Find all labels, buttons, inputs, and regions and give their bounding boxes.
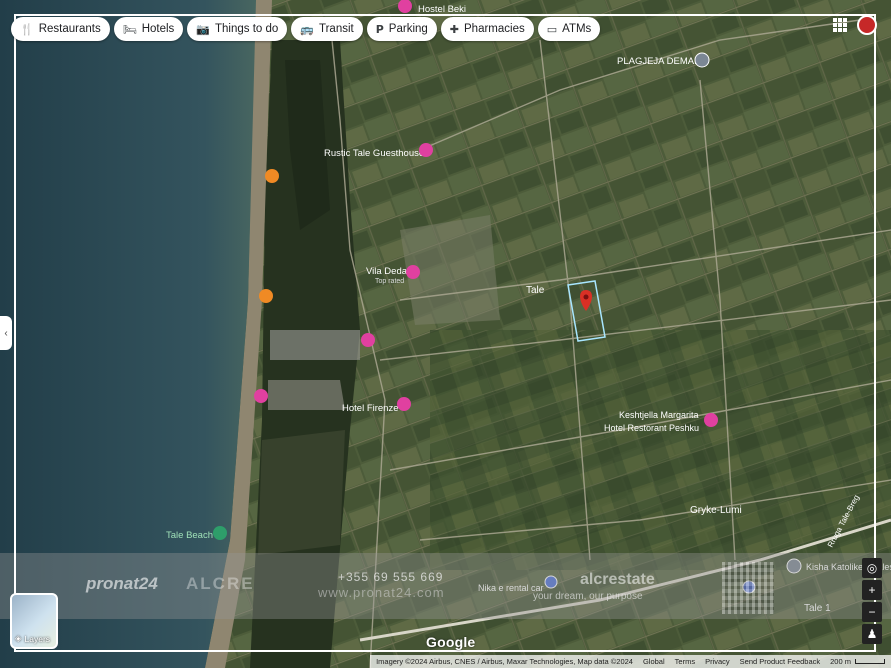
attribution-bar: Imagery ©2024 Airbus, CNES / Airbus, Max… <box>370 655 891 668</box>
hotel-pin-rustic[interactable] <box>419 143 433 157</box>
restaurant-pin-1[interactable] <box>265 169 279 183</box>
pharmacy-icon: ✚ <box>449 22 460 36</box>
place-pin-plazhi[interactable] <box>694 52 710 68</box>
watermark-website: www.pronat24.com <box>318 585 445 600</box>
chip-transit[interactable]: 🚌 Transit <box>291 17 363 41</box>
link-terms[interactable]: Terms <box>675 657 695 666</box>
account-controls <box>833 15 877 35</box>
layers-label-wrap: ◈ Layers <box>15 633 50 644</box>
chip-label: Things to do <box>215 23 279 35</box>
my-location-button[interactable]: ◎ <box>862 558 882 578</box>
label-keshtjella-1: Keshtjella Margarita <box>619 410 699 420</box>
chip-label: Restaurants <box>38 23 101 35</box>
watermark-alcrestate: alcrestate <box>580 571 655 588</box>
watermark-alcre: ALCRE <box>186 574 255 593</box>
fork-knife-icon: 🍴 <box>20 22 34 36</box>
watermark-phone: +355 69 555 669 <box>338 570 444 584</box>
scale-bar[interactable]: 200 m <box>830 657 885 666</box>
hotel-pin-2[interactable] <box>361 333 375 347</box>
layers-icon: ◈ <box>15 633 22 643</box>
qr-code-icon <box>722 562 774 614</box>
restaurant-pin-2[interactable] <box>259 289 273 303</box>
chip-restaurants[interactable]: 🍴 Restaurants <box>11 17 110 41</box>
camera-icon: 📷 <box>196 22 210 36</box>
chevron-left-icon: ‹ <box>4 327 8 339</box>
atm-icon: ▭ <box>546 22 558 36</box>
chip-hotels[interactable]: 🛏 Hotels <box>113 17 184 41</box>
chip-parking[interactable]: P Parking <box>366 17 437 41</box>
attribution-text: Imagery ©2024 Airbus, CNES / Airbus, Max… <box>376 657 633 666</box>
zoom-in-button[interactable]: + <box>862 580 882 600</box>
chip-label: Pharmacies <box>464 23 525 35</box>
zoom-out-button[interactable]: − <box>862 602 882 622</box>
hotel-pin-vila-deda[interactable] <box>406 265 420 279</box>
link-privacy[interactable]: Privacy <box>705 657 730 666</box>
bed-icon: 🛏 <box>122 22 137 36</box>
chip-things-to-do[interactable]: 📷 Things to do <box>187 17 288 41</box>
label-hotel-firenze: Hotel Firenze <box>342 403 399 414</box>
label-hostel-beki: Hostel Beki <box>418 4 466 15</box>
layers-label: Layers <box>24 633 51 644</box>
link-global[interactable]: Global <box>643 657 665 666</box>
label-vila-deda: Vila Deda <box>366 266 408 277</box>
map-controls: ◎ + − ♟ <box>862 558 882 646</box>
bus-icon: 🚌 <box>300 22 314 36</box>
hotel-pin-firenze[interactable] <box>397 397 411 411</box>
parking-icon: P <box>375 22 384 36</box>
pegman-icon[interactable]: ♟ <box>862 624 882 644</box>
chip-atms[interactable]: ▭ ATMs <box>537 17 601 41</box>
category-chip-bar: 🍴 Restaurants 🛏 Hotels 📷 Things to do 🚌 Tran… <box>11 17 601 41</box>
label-tale-beach: Tale Beach <box>166 530 213 541</box>
avatar[interactable] <box>857 15 877 35</box>
google-logo: Google <box>426 634 476 650</box>
hotel-pin-3[interactable] <box>254 389 268 403</box>
watermark-pronat24: pronat24 <box>86 574 158 593</box>
label-tale: Tale <box>526 285 545 296</box>
scale-label: 200 m <box>830 657 851 666</box>
apps-grid-icon[interactable] <box>833 18 847 32</box>
watermark-tagline: your dream, our purpose <box>533 591 643 602</box>
label-gryke-lumi: Gryke-Lumi <box>690 505 742 516</box>
label-plazhi: PLAGJEJA DEMAKU <box>617 56 707 67</box>
chip-label: Parking <box>388 23 428 35</box>
label-rustic-guesthouse: Rustic Tale Guesthouse <box>324 148 424 159</box>
chip-label: Hotels <box>141 23 175 35</box>
label-keshtjella-2: Hotel Restorant Peshku <box>604 423 699 433</box>
collapse-panel-button[interactable]: ‹ <box>0 316 12 350</box>
layers-button[interactable]: ◈ Layers <box>10 593 58 649</box>
link-feedback[interactable]: Send Product Feedback <box>740 657 820 666</box>
label-vila-deda-rating: Top rated <box>375 278 404 285</box>
chip-label: Transit <box>319 23 354 35</box>
selected-pin-dot <box>583 294 589 300</box>
chip-label: ATMs <box>562 23 592 35</box>
hotel-pin-keshtjella[interactable] <box>704 413 718 427</box>
scale-line <box>855 659 885 664</box>
chip-pharmacies[interactable]: ✚ Pharmacies <box>440 17 534 41</box>
beach-pin[interactable] <box>213 526 227 540</box>
